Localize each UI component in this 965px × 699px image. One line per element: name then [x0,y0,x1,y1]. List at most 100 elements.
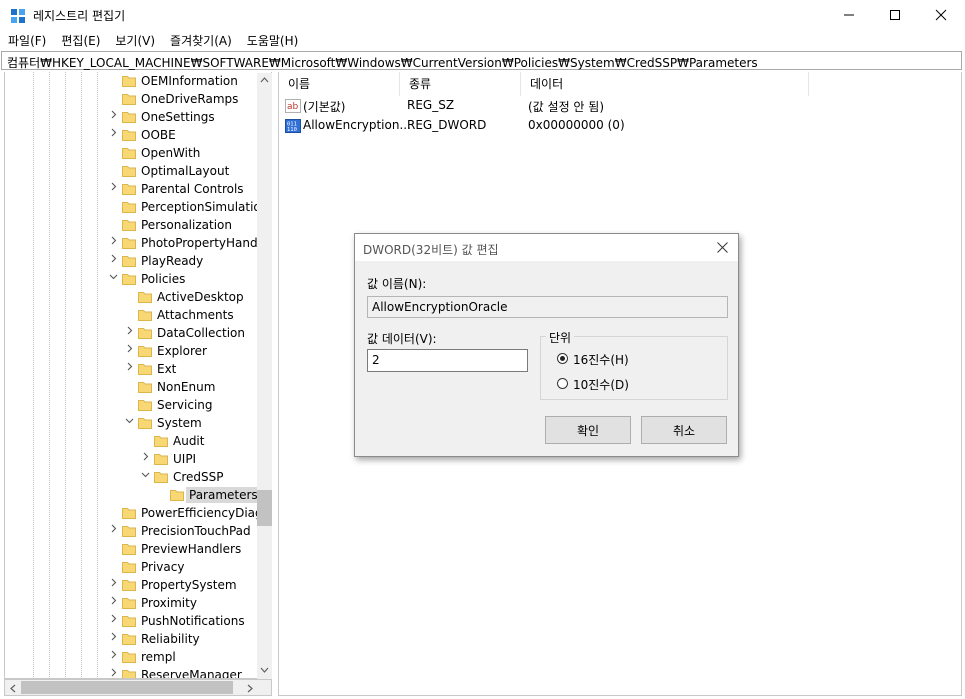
edit-dword-dialog[interactable]: DWORD(32비트) 값 편집 값 이름(N): AllowEncryptio… [354,233,739,457]
radio-hex-label[interactable]: 16진수(H) [573,351,629,368]
tree-vertical-scrollbar[interactable] [257,73,272,679]
expand-chevron-icon[interactable] [107,253,119,267]
tree-item-activedesktop[interactable]: ActiveDesktop [5,288,265,306]
value-data: 0x00000000 (0) [528,118,625,132]
tree-item-oobe[interactable]: OOBE [5,126,265,144]
tree-hscroll-thumb[interactable] [21,681,233,694]
tree-item-label: Parental Controls [141,182,244,196]
maximize-button[interactable] [872,0,918,30]
tree-item-uipi[interactable]: UIPI [5,450,265,468]
column-header-type[interactable]: 종류 [400,72,521,96]
value-row[interactable]: 011 110 AllowEncryption... REG_DWORD 0x0… [279,116,959,136]
folder-icon [122,632,136,645]
expand-chevron-icon[interactable] [107,595,119,609]
tree-item-personalization[interactable]: Personalization [5,216,265,234]
tree-item-propertysystem[interactable]: PropertySystem [5,576,265,594]
collapse-chevron-icon[interactable] [107,271,119,285]
expand-chevron-icon[interactable] [107,109,119,123]
value-data-field[interactable]: 2 [367,349,528,372]
collapse-chevron-icon[interactable] [123,415,135,429]
tree-item-rempl[interactable]: rempl [5,648,265,666]
tree-item-datacollection[interactable]: DataCollection [5,324,265,342]
tree-item-parameters[interactable]: Parameters [5,486,265,504]
radio-hex[interactable] [557,353,568,364]
scroll-left-icon[interactable] [9,684,17,693]
folder-icon [122,92,136,105]
expand-chevron-icon[interactable] [107,631,119,645]
value-row[interactable]: ab (기본값) REG_SZ (값 설정 안 됨) [279,96,959,116]
expand-chevron-icon[interactable] [107,667,119,678]
address-path[interactable]: 컴퓨터₩HKEY_LOCAL_MACHINE₩SOFTWARE₩Microsof… [7,54,758,71]
ok-button[interactable]: 확인 [545,416,631,444]
expand-chevron-icon[interactable] [107,523,119,537]
close-button[interactable] [918,0,964,30]
tree-item-label: rempl [141,650,176,664]
dialog-close-icon[interactable] [717,242,728,253]
title-bar[interactable]: 레지스트리 편집기 [0,0,965,30]
dialog-title-bar[interactable]: DWORD(32비트) 값 편집 [355,234,738,261]
folder-icon [122,218,136,231]
tree-item-openwith[interactable]: OpenWith [5,144,265,162]
folder-icon [138,308,152,321]
expand-chevron-icon[interactable] [123,343,135,357]
collapse-chevron-icon[interactable] [139,469,151,483]
column-header-data[interactable]: 데이터 [521,72,809,96]
expand-chevron-icon[interactable] [107,613,119,627]
expand-chevron-icon[interactable] [123,325,135,339]
folder-icon [122,650,136,663]
expand-chevron-icon[interactable] [139,451,151,465]
expand-chevron-icon[interactable] [107,577,119,591]
tree-item-pushnotifications[interactable]: PushNotifications [5,612,265,630]
scroll-right-icon[interactable] [246,684,254,693]
expand-chevron-icon[interactable] [107,649,119,663]
tree-scroll-thumb[interactable] [257,490,272,526]
tree-item-powerefficiencydiagn[interactable]: PowerEfficiencyDiagn [5,504,270,522]
tree-horizontal-scrollbar[interactable] [4,679,272,696]
expand-chevron-icon[interactable] [107,181,119,195]
folder-icon [122,560,136,573]
menu-help[interactable]: 도움말(H) [239,32,306,49]
radio-decimal-label[interactable]: 10진수(D) [573,376,629,393]
scroll-up-icon[interactable] [260,76,269,84]
tree-item-optimallayout[interactable]: OptimalLayout [5,162,265,180]
tree-item-ext[interactable]: Ext [5,360,265,378]
tree-item-servicing[interactable]: Servicing [5,396,265,414]
tree-item-precisiontouchpad[interactable]: PrecisionTouchPad [5,522,265,540]
menu-edit[interactable]: 편집(E) [53,32,107,49]
tree-item-oeminformation[interactable]: OEMInformation [5,72,265,90]
expand-chevron-icon[interactable] [123,361,135,375]
value-name-field[interactable]: AllowEncryptionOracle [367,296,728,318]
tree-item-perceptionsimulation[interactable]: PerceptionSimulation [5,198,268,216]
expand-chevron-icon[interactable] [107,235,119,249]
tree-item-system[interactable]: System [5,414,265,432]
tree-item-previewhandlers[interactable]: PreviewHandlers [5,540,265,558]
cancel-button[interactable]: 취소 [641,416,727,444]
tree-item-credssp[interactable]: CredSSP [5,468,265,486]
tree-item-reliability[interactable]: Reliability [5,630,265,648]
scroll-down-icon[interactable] [260,666,269,674]
expand-chevron-icon[interactable] [107,127,119,141]
radio-decimal[interactable] [557,378,568,389]
tree-item-nonenum[interactable]: NonEnum [5,378,265,396]
registry-tree[interactable]: OEMInformation OneDriveRamps OneSettings OO… [4,72,272,679]
tree-item-onesettings[interactable]: OneSettings [5,108,265,126]
tree-item-reservemanager[interactable]: ReserveManager [5,666,265,678]
menu-file[interactable]: 파일(F) [0,32,53,49]
tree-item-photopropertyhandle[interactable]: PhotoPropertyHandle [5,234,268,252]
minimize-button[interactable] [826,0,872,30]
tree-item-policies[interactable]: Policies [5,270,265,288]
tree-item-parental-controls[interactable]: Parental Controls [5,180,265,198]
tree-item-explorer[interactable]: Explorer [5,342,265,360]
menu-view[interactable]: 보기(V) [107,32,162,49]
svg-text:110: 110 [287,127,297,133]
tree-item-onedriveramps[interactable]: OneDriveRamps [5,90,265,108]
address-bar[interactable]: 컴퓨터₩HKEY_LOCAL_MACHINE₩SOFTWARE₩Microsof… [1,51,962,70]
tree-item-proximity[interactable]: Proximity [5,594,265,612]
tree-item-playready[interactable]: PlayReady [5,252,265,270]
menu-favorites[interactable]: 즐겨찾기(A) [162,32,239,49]
tree-item-privacy[interactable]: Privacy [5,558,265,576]
value-data: (값 설정 안 됨) [528,100,605,114]
tree-item-audit[interactable]: Audit [5,432,265,450]
column-header-name[interactable]: 이름 [279,72,400,96]
tree-item-attachments[interactable]: Attachments [5,306,265,324]
